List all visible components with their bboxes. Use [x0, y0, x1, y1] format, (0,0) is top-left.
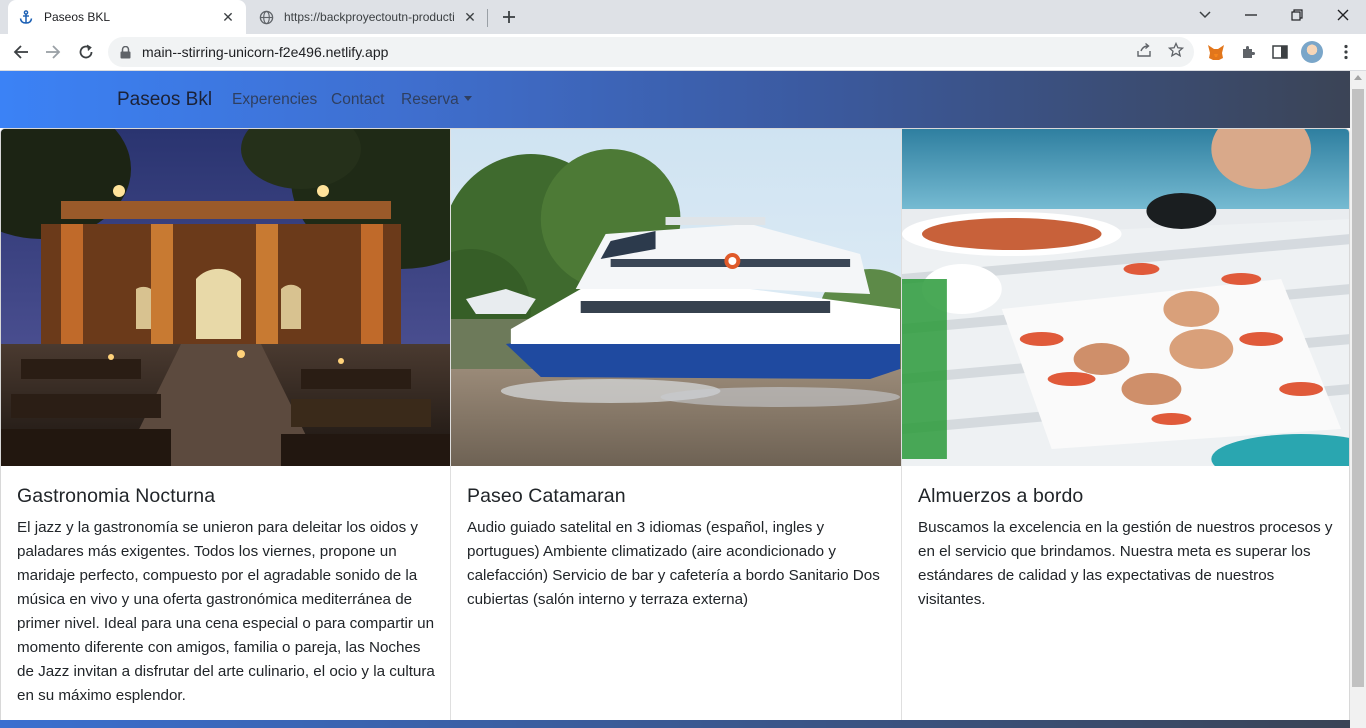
lock-icon	[120, 45, 134, 59]
side-panel-icon[interactable]	[1270, 42, 1290, 62]
tab-separator	[487, 9, 488, 27]
card-body: Paseo Catamaran Audio guiado satelital e…	[467, 485, 889, 612]
card-body: Almuerzos a bordo Buscamos la excelencia…	[918, 485, 1339, 612]
card-title: Gastronomia Nocturna	[17, 485, 216, 507]
restore-icon[interactable]	[1284, 4, 1310, 26]
nav-link-contact[interactable]: Contact	[331, 91, 384, 109]
chevron-down-icon[interactable]	[1192, 4, 1218, 26]
caret-down-icon	[463, 96, 472, 101]
card-title: Almuerzos a bordo	[918, 485, 1084, 507]
minimize-icon[interactable]	[1238, 4, 1264, 26]
forward-icon[interactable]	[40, 39, 66, 65]
share-icon[interactable]	[1134, 40, 1154, 60]
close-icon[interactable]: ✕	[220, 9, 236, 25]
card-body: Gastronomia Nocturna El jazz y la gastro…	[17, 485, 438, 708]
address-bar[interactable]: main--stirring-unicorn-f2e496.netlify.ap…	[108, 37, 1194, 67]
catamaran-boat-photo	[451, 129, 901, 466]
url-text: main--stirring-unicorn-f2e496.netlify.ap…	[142, 44, 389, 60]
card-text: Buscamos la excelencia en la gestión de …	[918, 519, 1333, 608]
browser-toolbar: main--stirring-unicorn-f2e496.netlify.ap…	[0, 34, 1366, 71]
tab-backend[interactable]: https://backproyectoutn-producti ✕	[248, 0, 488, 34]
new-tab-icon[interactable]	[498, 6, 520, 28]
back-icon[interactable]	[8, 39, 34, 65]
night-restaurant-photo	[1, 129, 450, 466]
nav-link-experiences[interactable]: Experencies	[232, 91, 317, 109]
nav-dropdown-reserva[interactable]: Reserva	[401, 91, 472, 109]
card-group: Gastronomia Nocturna El jazz y la gastro…	[0, 128, 1350, 728]
dropdown-label: Reserva	[401, 91, 459, 108]
card-text: Audio guiado satelital en 3 idiomas (esp…	[467, 519, 880, 608]
globe-icon	[258, 9, 274, 25]
card-title: Paseo Catamaran	[467, 485, 626, 507]
brand-link[interactable]: Paseos Bkl	[117, 89, 212, 111]
scroll-thumb[interactable]	[1352, 89, 1364, 687]
close-window-icon[interactable]	[1330, 4, 1356, 26]
card-almuerzos: Almuerzos a bordo Buscamos la excelencia…	[901, 129, 1349, 727]
profile-avatar[interactable]	[1301, 41, 1323, 63]
vertical-scrollbar[interactable]	[1350, 71, 1366, 728]
close-icon[interactable]: ✕	[462, 9, 478, 25]
seafood-lunch-photo	[902, 129, 1349, 466]
extensions-icon[interactable]	[1238, 42, 1258, 62]
card-catamaran: Paseo Catamaran Audio guiado satelital e…	[450, 129, 901, 727]
menu-icon[interactable]	[1336, 42, 1356, 62]
site-navbar: Paseos Bkl Experencies Contact Reserva	[0, 71, 1350, 128]
metamask-icon[interactable]	[1206, 42, 1226, 62]
tab-paseos[interactable]: Paseos BKL ✕	[8, 0, 246, 34]
tab-title: Paseos BKL	[44, 10, 111, 24]
tab-title: https://backproyectoutn-producti	[284, 10, 455, 24]
card-text: El jazz y la gastronomía se unieron para…	[17, 519, 435, 704]
page-viewport: Paseos Bkl Experencies Contact Reserva G…	[0, 71, 1350, 728]
card-gastronomia: Gastronomia Nocturna El jazz y la gastro…	[1, 129, 450, 727]
reload-icon[interactable]	[73, 39, 99, 65]
scroll-up-arrow-icon[interactable]	[1354, 75, 1362, 80]
anchor-icon	[18, 9, 34, 25]
footer-edge	[0, 720, 1350, 728]
star-icon[interactable]	[1166, 40, 1186, 60]
tab-strip: Paseos BKL ✕ https://backproyectoutn-pro…	[0, 0, 1366, 34]
